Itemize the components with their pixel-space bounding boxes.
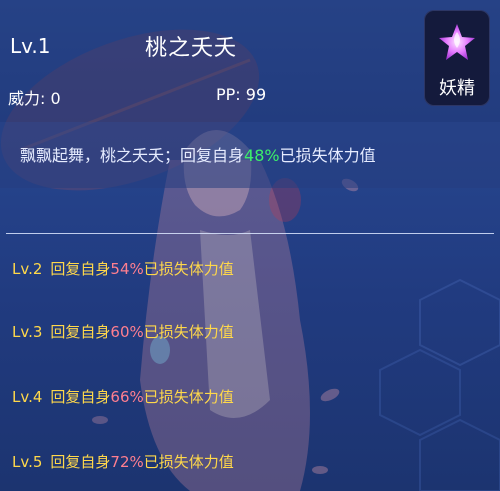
upgrade-suffix: 已损失体力值 — [143, 453, 234, 471]
upgrade-row-lv4: Lv.4 回复自身66%已损失体力值 — [12, 386, 234, 407]
upgrade-text: 回复自身 — [50, 453, 111, 471]
type-label: 妖精 — [439, 78, 475, 99]
fairy-icon — [439, 24, 475, 60]
upgrade-suffix: 已损失体力值 — [143, 388, 234, 406]
divider — [6, 233, 494, 234]
skill-power: 威力: 0 — [8, 89, 61, 108]
upgrade-percent: 72% — [110, 453, 144, 471]
upgrade-row-lv2: Lv.2 回复自身54%已损失体力值 — [12, 258, 234, 279]
skill-name: 桃之夭夭 — [145, 36, 238, 61]
upgrade-text: 回复自身 — [50, 388, 111, 406]
upgrade-suffix: 已损失体力值 — [143, 323, 234, 341]
upgrade-percent: 54% — [110, 260, 144, 278]
upgrade-row-lv3: Lv.3 回复自身60%已损失体力值 — [12, 321, 234, 342]
type-badge: 妖精 — [424, 10, 490, 106]
description-percent: 48% — [244, 146, 280, 165]
upgrade-percent: 66% — [110, 388, 144, 406]
upgrade-level: Lv.3 — [12, 323, 43, 341]
upgrade-percent: 60% — [110, 323, 144, 341]
upgrade-level: Lv.5 — [12, 453, 43, 471]
description-suffix: 已损失体力值 — [279, 146, 376, 165]
upgrade-text: 回复自身 — [50, 260, 111, 278]
upgrade-level: Lv.2 — [12, 260, 43, 278]
skill-description: 飘飘起舞，桃之夭夭；回复自身48%已损失体力值 — [20, 142, 376, 166]
upgrade-text: 回复自身 — [50, 323, 111, 341]
upgrade-suffix: 已损失体力值 — [143, 260, 234, 278]
skill-level: Lv.1 — [10, 34, 51, 58]
description-text: 飘飘起舞，桃之夭夭；回复自身 — [20, 146, 245, 165]
skill-pp: PP: 99 — [216, 85, 267, 104]
upgrade-level: Lv.4 — [12, 388, 43, 406]
upgrade-row-lv5: Lv.5 回复自身72%已损失体力值 — [12, 451, 234, 472]
